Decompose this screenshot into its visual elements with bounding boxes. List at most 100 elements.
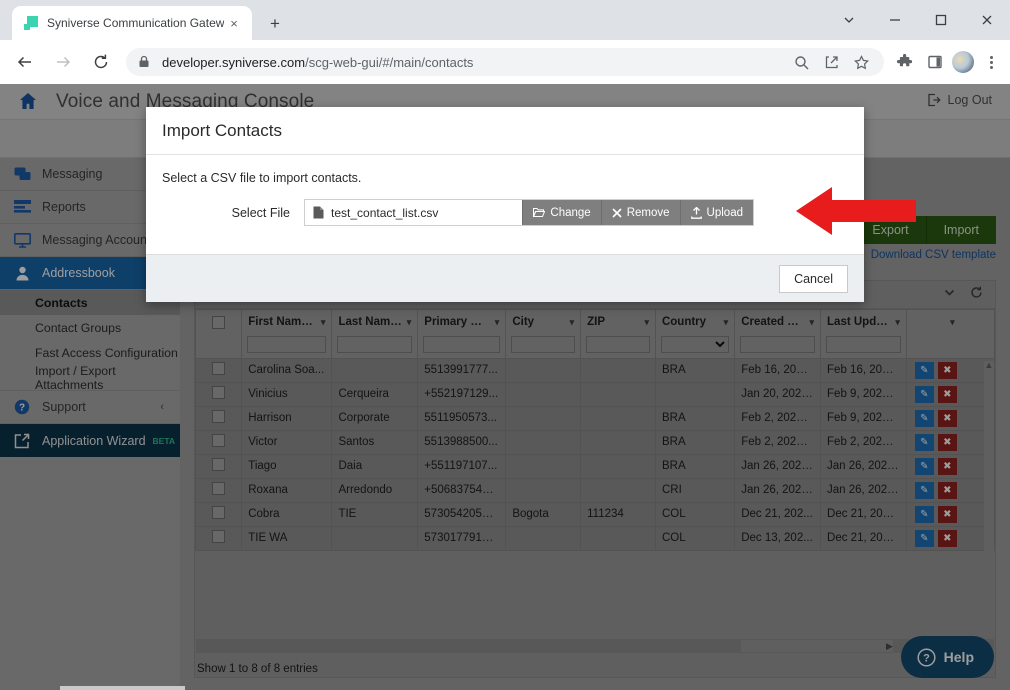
row-checkbox[interactable] (212, 482, 226, 495)
row-checkbox-cell[interactable] (194, 525, 243, 551)
share-icon[interactable] (820, 51, 842, 73)
th-first-name[interactable]: First Name .. ▾ (241, 309, 333, 359)
row-actions-cell[interactable]: ✎ ✖ (905, 429, 996, 455)
browser-tab[interactable]: Syniverse Communication Gatew × (12, 6, 252, 40)
delete-x-icon[interactable]: ✖ (937, 457, 957, 475)
sidebar-subitem-fast-access-configuration[interactable]: Fast Access Configuration (0, 340, 180, 365)
star-icon[interactable] (850, 51, 872, 73)
edit-pencil-icon[interactable]: ✎ (914, 361, 934, 379)
filter-last-update[interactable] (826, 335, 901, 353)
edit-pencil-icon[interactable]: ✎ (914, 433, 934, 451)
delete-x-icon[interactable]: ✖ (937, 433, 957, 451)
window-close-icon[interactable] (964, 0, 1010, 40)
back-icon[interactable] (10, 47, 40, 77)
row-checkbox[interactable] (212, 434, 226, 447)
row-checkbox[interactable] (212, 362, 226, 375)
sidebar-subitem-import-export-attachments[interactable]: Import / Export Attachments (0, 364, 180, 392)
table-row[interactable]: Tiago Daia +551197107... BRA Jan 26, 2023...… (194, 453, 996, 479)
chevron-down-icon[interactable] (943, 286, 956, 304)
table-row[interactable]: Vinicius Cerqueira +552197129... Jan 20, 20… (194, 381, 996, 407)
sidebar-item-support[interactable]: ? Support ‹ (0, 391, 180, 424)
table-row[interactable]: Harrison Corporate 5511950573... BRA Feb 2, … (194, 405, 996, 431)
import-button[interactable]: Import (925, 216, 996, 244)
row-checkbox-cell[interactable] (194, 381, 243, 407)
edit-pencil-icon[interactable]: ✎ (914, 409, 934, 427)
row-checkbox-cell[interactable] (194, 501, 243, 527)
edit-pencil-icon[interactable]: ✎ (914, 457, 934, 475)
row-checkbox-cell[interactable] (194, 477, 243, 503)
th-city[interactable]: City ▾ (505, 309, 582, 359)
table-horizontal-scrollbar[interactable]: ◀ ▶ (196, 639, 994, 653)
filter-zip[interactable] (586, 335, 650, 353)
chevron-down-icon[interactable] (826, 0, 872, 40)
row-actions-cell[interactable]: ✎ ✖ (905, 405, 996, 431)
profile-avatar-icon[interactable] (952, 51, 974, 73)
filter-created-date[interactable] (740, 335, 816, 353)
refresh-icon[interactable] (970, 286, 983, 304)
table-row[interactable]: Victor Santos 5513988500... BRA Feb 2, 2023 … (194, 429, 996, 455)
kebab-menu-icon[interactable] (978, 49, 1004, 75)
sidebar-subitem-contact-groups[interactable]: Contact Groups (0, 315, 180, 340)
scroll-right-arrow-icon[interactable]: ▶ (886, 640, 893, 652)
chevron-down-icon[interactable]: ▾ (640, 317, 649, 328)
delete-x-icon[interactable]: ✖ (937, 409, 957, 427)
filter-last-name[interactable] (337, 335, 413, 353)
new-tab-button[interactable]: + (262, 11, 288, 37)
delete-x-icon[interactable]: ✖ (937, 481, 957, 499)
row-checkbox-cell[interactable] (194, 357, 243, 383)
row-checkbox[interactable] (212, 410, 226, 423)
address-bar[interactable]: developer.syniverse.com/scg-web-gui/#/ma… (126, 48, 884, 76)
filter-primary-mdn[interactable] (423, 335, 501, 353)
table-row[interactable]: Roxana Arredondo +50683754143 CRI Jan 26, 20… (194, 477, 996, 503)
h-scroll-thumb[interactable] (741, 640, 893, 652)
chevron-left-icon[interactable]: ‹ (160, 401, 164, 413)
select-all-checkbox[interactable] (212, 315, 226, 329)
th-last-name[interactable]: Last Name .. ▾ (331, 309, 419, 359)
home-icon[interactable] (18, 91, 40, 113)
upload-file-button[interactable]: Upload (679, 200, 753, 225)
row-actions-cell[interactable]: ✎ ✖ (905, 477, 996, 503)
row-checkbox[interactable] (212, 530, 226, 543)
chevron-down-icon[interactable]: ▾ (403, 317, 412, 328)
th-created-date[interactable]: Created Dat. ▾ (734, 309, 822, 359)
th-last-update[interactable]: Last Update..▾ (820, 309, 907, 359)
th-country[interactable]: Country ▾ (654, 309, 736, 359)
help-button[interactable]: ? Help (900, 636, 994, 678)
chevron-down-icon[interactable]: ▾ (566, 317, 575, 328)
change-file-button[interactable]: Change (522, 200, 601, 225)
filter-country[interactable] (660, 335, 730, 353)
table-vertical-scrollbar[interactable]: ▲ (984, 361, 994, 647)
row-actions-cell[interactable]: ✎ ✖ (905, 501, 996, 527)
delete-x-icon[interactable]: ✖ (937, 505, 957, 523)
scroll-up-arrow-icon[interactable]: ▲ (984, 361, 994, 370)
filter-city[interactable] (511, 335, 576, 353)
edit-pencil-icon[interactable]: ✎ (914, 481, 934, 499)
th-actions[interactable]: ▾ (905, 309, 996, 359)
download-csv-template-link[interactable]: Download CSV template (871, 249, 996, 261)
minimize-icon[interactable] (872, 0, 918, 40)
delete-x-icon[interactable]: ✖ (937, 361, 957, 379)
forward-icon[interactable] (48, 47, 78, 77)
cancel-button[interactable]: Cancel (779, 264, 848, 293)
row-checkbox-cell[interactable] (194, 429, 243, 455)
logout-button[interactable]: Log Out (927, 93, 992, 107)
extensions-puzzle-icon[interactable] (892, 49, 918, 75)
row-checkbox-cell[interactable] (194, 453, 243, 479)
delete-x-icon[interactable]: ✖ (937, 385, 957, 403)
th-select-all[interactable] (194, 309, 243, 359)
row-actions-cell[interactable]: ✎ ✖ (905, 453, 996, 479)
chevron-down-icon[interactable]: ▾ (720, 317, 729, 328)
chevron-down-icon[interactable]: ▾ (806, 317, 815, 328)
edit-pencil-icon[interactable]: ✎ (914, 385, 934, 403)
filter-first-name[interactable] (247, 335, 327, 353)
edit-pencil-icon[interactable]: ✎ (914, 505, 934, 523)
table-row[interactable]: Cobra TIE 573054205938 Bogota 111234 COL Dec 2… (194, 501, 996, 527)
delete-x-icon[interactable]: ✖ (937, 529, 957, 547)
chevron-down-icon[interactable]: ▾ (317, 317, 326, 328)
row-checkbox[interactable] (212, 386, 226, 399)
reload-icon[interactable] (86, 47, 116, 77)
close-icon[interactable]: × (224, 13, 244, 33)
row-checkbox[interactable] (212, 458, 226, 471)
sidepanel-icon[interactable] (922, 49, 948, 75)
th-primary-mdn[interactable]: Primary MD. ▾ (417, 309, 507, 359)
